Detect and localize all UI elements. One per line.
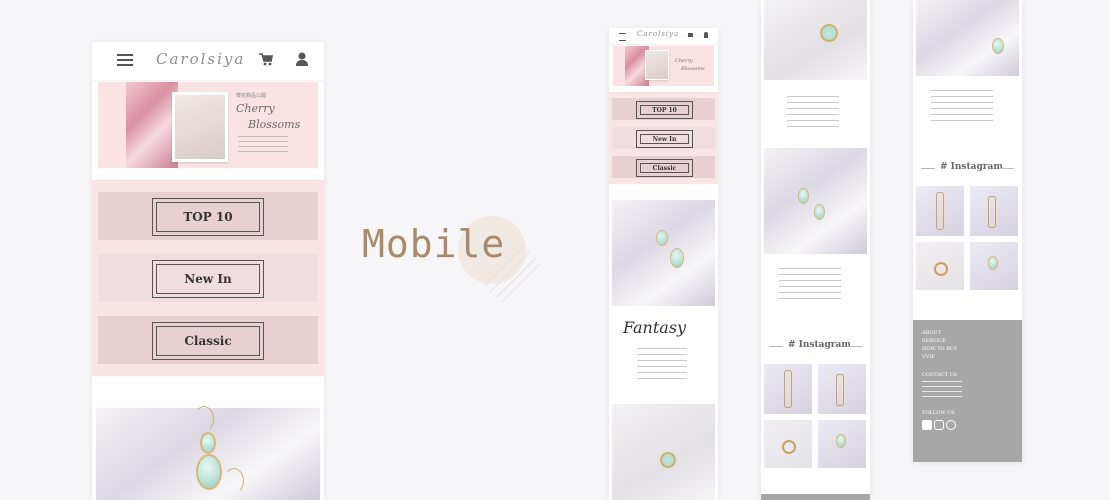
earring-gem: [988, 256, 998, 270]
instagram-thumb[interactable]: [916, 242, 964, 290]
ring-icon: [934, 262, 948, 276]
divider: [1000, 168, 1014, 169]
ring-icon: [782, 440, 796, 454]
model-photo: [645, 50, 669, 80]
instagram-thumb[interactable]: [970, 186, 1018, 236]
menu-icon[interactable]: [117, 54, 133, 66]
category-button-classic[interactable]: Classic: [152, 322, 264, 360]
main-phone-mockup: Carolsiya 櫻花飾品公開 Cherry Blossoms TOP 10 …: [92, 42, 324, 500]
cherry-blossoms-banner[interactable]: 櫻花飾品公開 Cherry Blossoms: [98, 82, 318, 168]
instagram-thumb[interactable]: [818, 364, 866, 414]
blossom-image: [126, 82, 178, 168]
product-text-2: [779, 268, 841, 300]
earring-gem: [836, 434, 846, 448]
category-button-new-in[interactable]: New In: [636, 130, 693, 148]
earring-product-image[interactable]: [916, 0, 1019, 76]
divider: [848, 346, 862, 347]
earring-gem: [814, 204, 825, 220]
phone-mockup-footer: # Instagram ABOUT SERVICE HOW TO BUY VVI…: [913, 0, 1022, 462]
divider: [769, 346, 783, 347]
banner-title-blossoms: Blossoms: [248, 118, 301, 131]
banner-title-cherry: Cherry: [236, 102, 275, 115]
earring-chain: [836, 374, 844, 406]
user-icon[interactable]: [704, 32, 708, 38]
category-section: TOP 10 New In Classic: [609, 92, 718, 184]
phone-mockup-home: Carolsiya Cherry Blossoms TOP 10 New In …: [609, 28, 718, 500]
brand-logo[interactable]: Carolsiya: [637, 30, 679, 38]
ring-icon: [820, 24, 838, 42]
category-strip-new-in[interactable]: New In: [98, 254, 318, 302]
instagram-thumb[interactable]: [764, 364, 812, 414]
footer-link-service[interactable]: SERVICE: [922, 338, 946, 345]
top-nav-bar: Carolsiya: [92, 42, 324, 80]
instagram-heading: # Instagram: [788, 340, 851, 350]
small-top-nav: Carolsiya: [609, 28, 718, 44]
banner-title-blossoms: Blossoms: [681, 66, 705, 72]
cherry-blossoms-banner[interactable]: Cherry Blossoms: [613, 46, 714, 86]
earring-hook: [194, 406, 214, 432]
cart-icon[interactable]: [259, 53, 273, 66]
product-text-1: [787, 96, 839, 128]
earring-gem: [992, 38, 1004, 54]
divider: [921, 168, 935, 169]
earring-chain: [936, 192, 944, 230]
category-button-top10[interactable]: TOP 10: [152, 198, 264, 236]
earring-product-image[interactable]: [764, 148, 867, 254]
category-strip-top10[interactable]: TOP 10: [98, 192, 318, 240]
banner-title-cherry: Cherry: [675, 58, 693, 64]
footer-top: [761, 494, 870, 500]
fantasy-poem: [637, 348, 687, 384]
earring-gem: [798, 188, 809, 204]
footer-follow-heading: FOLLOW US: [922, 410, 955, 416]
earring-gem-small: [200, 432, 216, 454]
category-button-classic[interactable]: Classic: [636, 159, 693, 177]
product-text: [931, 90, 993, 126]
footer-link-how-to-buy[interactable]: HOW TO BUY: [922, 346, 957, 353]
banner-description: [238, 136, 288, 156]
footer-link-about[interactable]: ABOUT: [922, 330, 941, 337]
model-photo: [172, 92, 228, 162]
footer-contact-details: [922, 381, 962, 397]
ring-product-image[interactable]: [612, 404, 715, 500]
category-button-new-in[interactable]: New In: [152, 260, 264, 298]
instagram-icon[interactable]: [934, 420, 944, 430]
category-strip-new-in[interactable]: New In: [612, 127, 715, 149]
earring-product-image[interactable]: [96, 406, 320, 500]
category-strip-classic[interactable]: Classic: [98, 316, 318, 364]
category-strip-classic[interactable]: Classic: [612, 156, 715, 178]
facebook-icon[interactable]: [922, 420, 932, 430]
earring-chain: [784, 370, 792, 408]
instagram-thumb[interactable]: [764, 420, 812, 468]
brand-logo[interactable]: Carolsiya: [156, 50, 245, 68]
phone-mockup-gallery: # Instagram: [761, 0, 870, 500]
instagram-thumb[interactable]: [970, 242, 1018, 290]
earring-gem: [670, 248, 684, 268]
earring-gem-large: [196, 454, 222, 490]
instagram-thumb[interactable]: [818, 420, 866, 468]
instagram-heading: # Instagram: [940, 162, 1003, 172]
banner-subtitle: 櫻花飾品公開: [236, 93, 267, 99]
category-section: TOP 10 New In Classic: [92, 180, 324, 376]
cart-icon[interactable]: [688, 33, 693, 37]
earring-hook-2: [224, 468, 244, 494]
ring-product-image[interactable]: [764, 0, 867, 80]
earring-product-image[interactable]: [612, 200, 715, 306]
user-icon[interactable]: [296, 52, 308, 66]
site-footer: ABOUT SERVICE HOW TO BUY VVIP CONTACT US…: [913, 320, 1022, 462]
category-button-top10[interactable]: TOP 10: [636, 101, 693, 119]
category-strip-top10[interactable]: TOP 10: [612, 98, 715, 120]
ring-icon: [660, 452, 676, 468]
fantasy-title: Fantasy: [623, 318, 687, 337]
section-label: Mobile: [362, 222, 506, 266]
menu-icon[interactable]: [619, 33, 626, 41]
earring-gem: [656, 230, 668, 246]
footer-link-vvip[interactable]: VVIP: [922, 354, 935, 361]
earring-chain: [988, 196, 996, 228]
footer-contact-heading: CONTACT US: [922, 372, 958, 378]
line-icon[interactable]: [946, 420, 956, 430]
instagram-thumb[interactable]: [916, 186, 964, 236]
